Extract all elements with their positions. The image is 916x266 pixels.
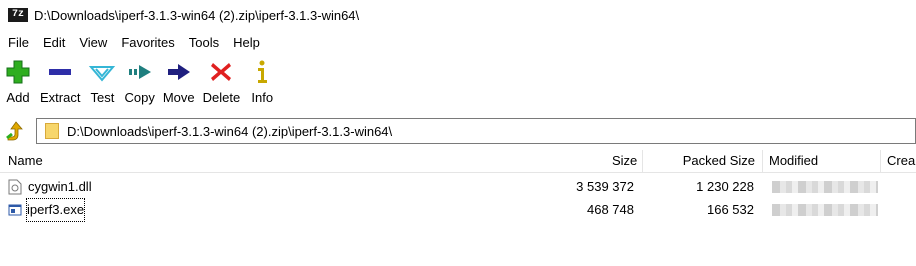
menu-edit[interactable]: Edit <box>35 35 71 50</box>
column-packed-size[interactable]: Packed Size <box>642 150 755 172</box>
title-bar: 7z D:\Downloads\iperf-3.1.3-win64 (2).zi… <box>0 0 916 30</box>
test-button[interactable]: Test <box>84 58 120 110</box>
file-size: 3 539 372 <box>576 179 634 194</box>
copy-label: Copy <box>124 90 155 105</box>
copy-button[interactable]: Copy <box>120 58 158 110</box>
up-folder-icon[interactable] <box>4 120 28 142</box>
minus-icon <box>49 69 72 75</box>
modified-date-redacted <box>772 204 878 216</box>
delete-x-icon <box>211 63 232 81</box>
add-button[interactable]: Add <box>0 58 36 110</box>
dll-file-icon <box>8 179 22 195</box>
menu-tools[interactable]: Tools <box>181 35 225 50</box>
7zip-app-icon: 7z <box>8 8 28 22</box>
folder-icon <box>45 123 59 139</box>
info-button[interactable]: Info <box>244 58 280 110</box>
copy-arrow-icon <box>128 65 151 79</box>
column-created[interactable]: Crea <box>880 150 915 172</box>
check-icon <box>89 66 116 82</box>
column-size[interactable]: Size <box>612 150 637 172</box>
move-button[interactable]: Move <box>159 58 199 110</box>
move-arrow-icon <box>167 64 190 80</box>
file-list-header: Name Size Packed Size Modified Crea <box>0 150 916 173</box>
file-packed-size: 1 230 228 <box>696 179 754 194</box>
move-label: Move <box>162 90 195 105</box>
address-bar: D:\Downloads\iperf-3.1.3-win64 (2).zip\i… <box>0 116 916 146</box>
modified-date-redacted <box>772 181 878 193</box>
extract-button[interactable]: Extract <box>36 58 84 110</box>
address-input[interactable]: D:\Downloads\iperf-3.1.3-win64 (2).zip\i… <box>36 118 916 144</box>
delete-button[interactable]: Delete <box>199 58 245 110</box>
extract-label: Extract <box>40 90 81 105</box>
file-packed-size: 166 532 <box>707 202 754 217</box>
toolbar: Add Extract Test Copy Move Delete Info <box>0 58 280 110</box>
file-name: iperf3.exe <box>25 198 86 222</box>
column-name[interactable]: Name <box>8 150 43 172</box>
file-row[interactable]: cygwin1.dll 3 539 372 1 230 228 <box>0 176 916 198</box>
test-label: Test <box>90 90 115 105</box>
menu-help[interactable]: Help <box>225 35 266 50</box>
info-label: Info <box>251 90 274 105</box>
menu-bar: File Edit View Favorites Tools Help <box>0 32 266 52</box>
file-row[interactable]: iperf3.exe 468 748 166 532 <box>0 198 916 222</box>
add-label: Add <box>6 90 30 105</box>
menu-view[interactable]: View <box>71 35 113 50</box>
info-icon <box>258 60 268 83</box>
menu-favorites[interactable]: Favorites <box>113 35 180 50</box>
address-path: D:\Downloads\iperf-3.1.3-win64 (2).zip\i… <box>67 123 393 139</box>
exe-file-icon <box>8 204 22 216</box>
plus-icon <box>6 60 30 84</box>
column-modified[interactable]: Modified <box>762 150 818 172</box>
file-size: 468 748 <box>587 202 634 217</box>
menu-file[interactable]: File <box>0 35 35 50</box>
window-title: D:\Downloads\iperf-3.1.3-win64 (2).zip\i… <box>34 7 360 23</box>
delete-label: Delete <box>202 90 241 105</box>
file-name: cygwin1.dll <box>28 179 92 194</box>
